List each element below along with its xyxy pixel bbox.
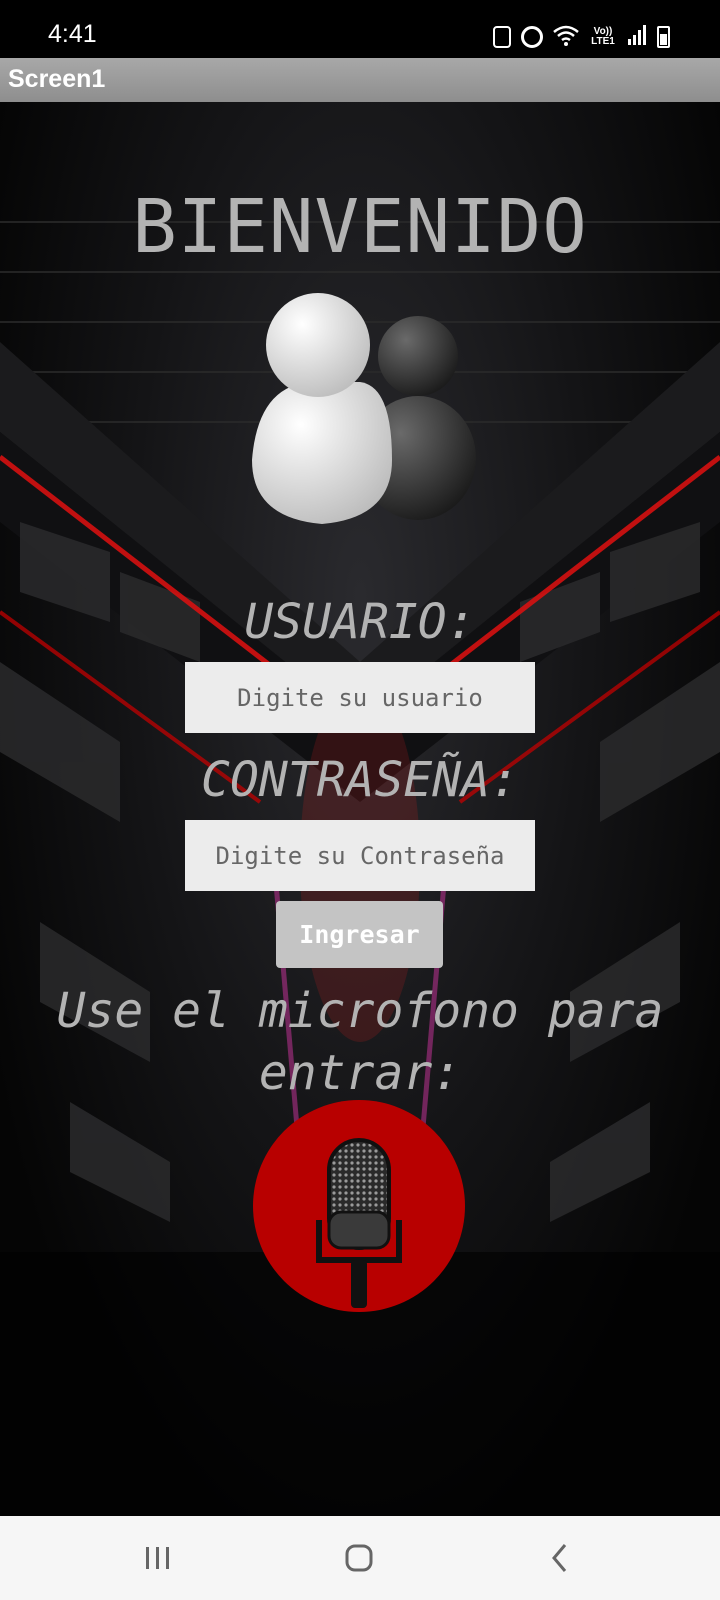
back-icon[interactable] [541,1542,581,1574]
signal-icon [627,24,647,50]
app-title: Screen1 [8,65,106,93]
microphone-button[interactable] [253,1100,465,1312]
mic-prompt: Use el microfono para entrar: [0,980,720,1104]
users-icon [230,290,480,540]
status-icons: Vo)) LTE1 [493,24,670,50]
notification-icon [493,26,511,48]
microphone-icon [316,1138,402,1308]
login-button[interactable]: Ingresar [276,901,443,968]
welcome-title: BIENVENIDO [132,184,588,270]
status-bar: 4:41 Vo)) LTE1 [0,0,720,58]
mic-prompt-line2: entrar: [258,1045,462,1101]
username-input[interactable] [185,662,535,733]
volte-icon: Vo)) LTE1 [591,26,615,47]
battery-icon [657,26,670,48]
wifi-icon [553,24,579,50]
alarm-icon [521,26,543,48]
user-label: USUARIO: [244,594,476,650]
password-input[interactable] [185,820,535,891]
app-bar: Screen1 [0,58,720,102]
recents-icon[interactable] [138,1542,178,1574]
mic-prompt-line1: Use el microfono para [56,983,664,1039]
system-nav-bar [0,1516,720,1600]
home-icon[interactable] [339,1542,379,1574]
status-time: 4:41 [48,20,97,48]
password-label: CONTRASEÑA: [201,752,519,808]
